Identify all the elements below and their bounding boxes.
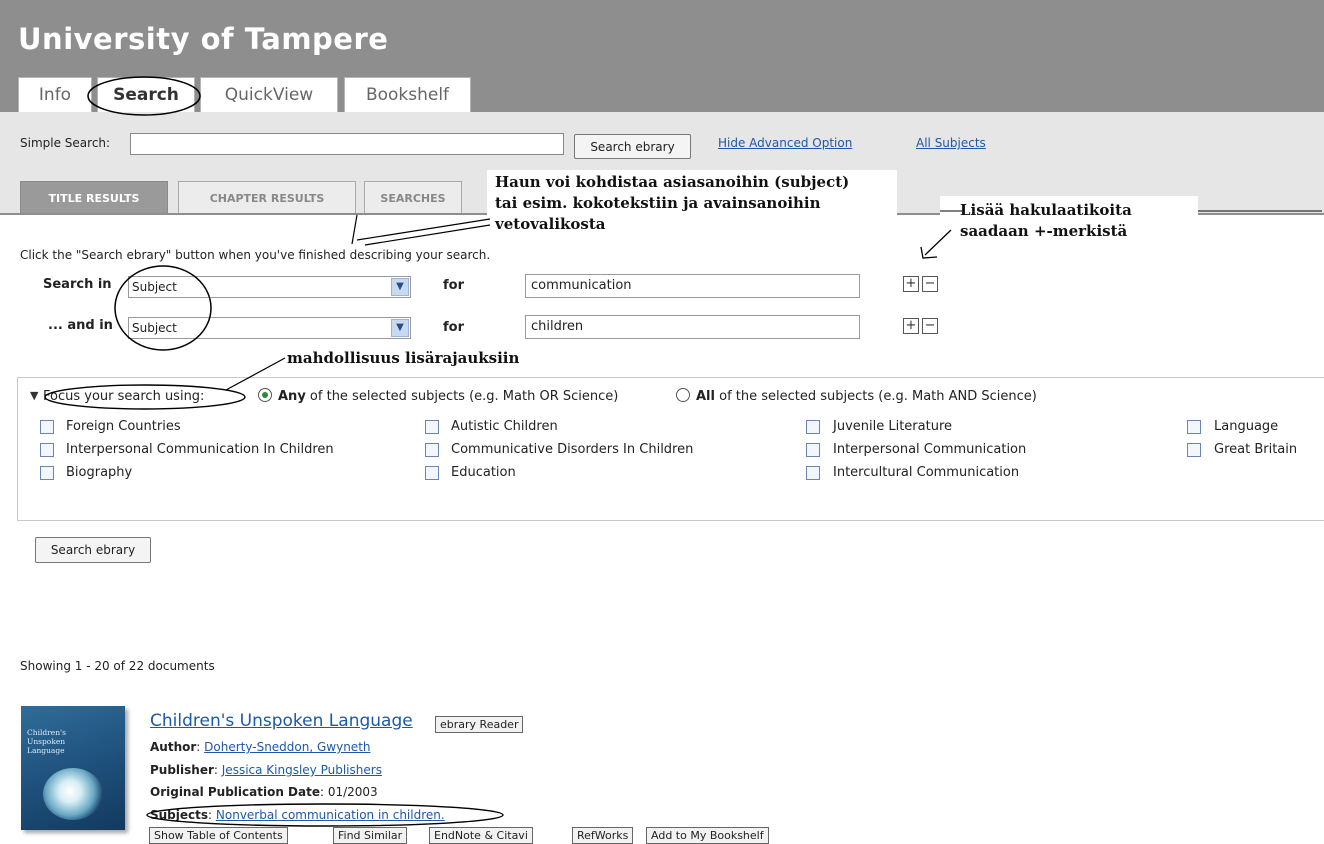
annotation-focus-note: mahdollisuus lisärajauksiin: [287, 349, 520, 367]
book-cover-art: [43, 768, 103, 820]
subject-checkbox[interactable]: [40, 443, 54, 457]
radio-any-label: Any of the selected subjects (e.g. Math …: [278, 389, 619, 404]
for-label-1: for: [443, 278, 464, 293]
annotation-plus-line-2: saadaan +-merkistä: [960, 222, 1128, 240]
subject-label: Biography: [66, 465, 133, 480]
result-pubdate: Original Publication Date: 01/2003: [150, 785, 378, 799]
subject-label: Intercultural Communication: [833, 465, 1020, 480]
tab-bookshelf[interactable]: Bookshelf: [344, 77, 471, 112]
tab-quickview[interactable]: QuickView: [200, 77, 338, 112]
book-cover-title: Children's Unspoken Language: [27, 728, 66, 755]
find-similar-button[interactable]: Find Similar: [333, 827, 408, 844]
result-publisher: Publisher: Jessica Kingsley Publishers: [150, 763, 382, 777]
simple-search-label: Simple Search:: [20, 136, 111, 150]
annotation-arrow-subject-1: [356, 218, 491, 241]
refworks-button[interactable]: RefWorks: [572, 827, 634, 844]
search-ebrary-button[interactable]: Search ebrary: [35, 537, 151, 563]
site-header: [0, 0, 1324, 112]
subject-checkbox[interactable]: [806, 420, 820, 434]
radio-all[interactable]: [676, 388, 690, 402]
all-subjects-link[interactable]: All Subjects: [916, 136, 986, 150]
subject-checkbox[interactable]: [806, 443, 820, 457]
tab-searches[interactable]: SEARCHES: [364, 181, 462, 214]
subject-label: Juvenile Literature: [833, 419, 953, 434]
result-author: Author: Doherty-Sneddon, Gwyneth: [150, 740, 371, 754]
author-link[interactable]: Doherty-Sneddon, Gwyneth: [204, 740, 370, 754]
tab-chapter-results[interactable]: CHAPTER RESULTS: [178, 181, 356, 214]
subject-checkbox[interactable]: [40, 420, 54, 434]
publisher-link[interactable]: Jessica Kingsley Publishers: [222, 763, 382, 777]
subject-label: Foreign Countries: [66, 419, 181, 434]
ebrary-reader-button[interactable]: ebrary Reader: [435, 716, 524, 733]
radio-any[interactable]: [258, 388, 272, 402]
subject-link[interactable]: Nonverbal communication in children.: [216, 808, 445, 822]
chevron-down-icon[interactable]: ▼: [391, 278, 409, 296]
for-label-2: for: [443, 320, 464, 335]
hide-advanced-option-link[interactable]: Hide Advanced Option: [718, 136, 852, 150]
subject-checkbox[interactable]: [425, 466, 439, 480]
add-row-plus-icon[interactable]: +: [903, 318, 919, 334]
search-term-input-2[interactable]: children: [525, 315, 860, 339]
subject-label: Language: [1214, 419, 1279, 434]
remove-row-minus-icon[interactable]: −: [922, 276, 938, 292]
annotation-plus-line-1: Lisää hakulaatikoita: [960, 201, 1132, 219]
site-title: University of Tampere: [18, 22, 389, 56]
subject-label: Education: [451, 465, 516, 480]
annotation-arrow-subject-3: [351, 214, 358, 245]
tab-info[interactable]: Info: [18, 77, 92, 112]
book-cover-image[interactable]: Children's Unspoken Language: [21, 706, 125, 830]
search-term-input-1[interactable]: communication: [525, 274, 860, 298]
annotation-subject-line-3: vetovalikosta: [495, 215, 606, 233]
subject-checkbox[interactable]: [1187, 420, 1201, 434]
remove-row-minus-icon[interactable]: −: [922, 318, 938, 334]
search-field-select-2[interactable]: Subject ▼: [128, 317, 411, 339]
result-subjects: Subjects: Nonverbal communication in chi…: [150, 808, 445, 822]
show-table-of-contents-button[interactable]: Show Table of Contents: [149, 827, 288, 844]
annotation-subject-line-2: tai esim. kokotekstiin ja avainsanoihin: [495, 194, 821, 212]
tab-title-results[interactable]: TITLE RESULTS: [20, 181, 168, 214]
endnote-citavi-button[interactable]: EndNote & Citavi: [429, 827, 533, 844]
results-count: Showing 1 - 20 of 22 documents: [20, 659, 215, 673]
chevron-down-icon[interactable]: ▼: [391, 319, 409, 337]
subject-label: Great Britain: [1214, 442, 1298, 457]
collapse-triangle-icon[interactable]: ▼: [30, 389, 38, 402]
annotation-subject-line-1: Haun voi kohdistaa asiasanoihin (subject…: [495, 173, 850, 191]
tab-search[interactable]: Search: [97, 77, 195, 112]
search-instructions: Click the "Search ebrary" button when yo…: [20, 248, 491, 262]
annotation-arrow-subject-2: [364, 224, 491, 246]
search-field-select-1[interactable]: Subject ▼: [128, 276, 411, 298]
subject-checkbox[interactable]: [425, 443, 439, 457]
simple-search-input[interactable]: [130, 133, 564, 155]
radio-all-label: All of the selected subjects (e.g. Math …: [696, 389, 1037, 404]
subject-checkbox[interactable]: [806, 466, 820, 480]
subject-label: Interpersonal Communication In Children: [66, 442, 334, 457]
subject-label: Autistic Children: [451, 419, 558, 434]
add-row-plus-icon[interactable]: +: [903, 276, 919, 292]
subject-checkbox[interactable]: [40, 466, 54, 480]
and-in-label: ... and in: [48, 318, 113, 333]
simple-search-button[interactable]: Search ebrary: [574, 134, 691, 159]
search-field-value-1: Subject: [132, 280, 177, 294]
subject-label: Interpersonal Communication: [833, 442, 1027, 457]
search-field-value-2: Subject: [132, 321, 177, 335]
focus-label: Focus your search using:: [43, 389, 205, 404]
search-in-label: Search in: [43, 277, 112, 292]
result-title-link[interactable]: Children's Unspoken Language: [150, 711, 413, 731]
subject-label: Communicative Disorders In Children: [451, 442, 694, 457]
subject-checkbox[interactable]: [425, 420, 439, 434]
add-to-bookshelf-button[interactable]: Add to My Bookshelf: [646, 827, 769, 844]
subject-checkbox[interactable]: [1187, 443, 1201, 457]
